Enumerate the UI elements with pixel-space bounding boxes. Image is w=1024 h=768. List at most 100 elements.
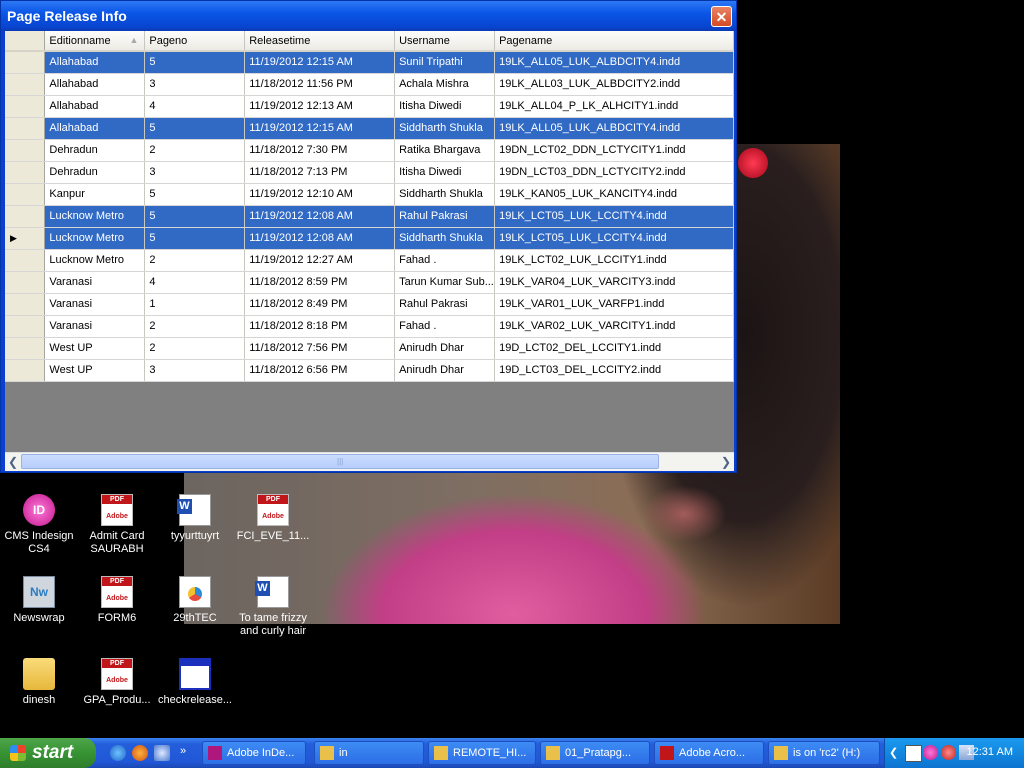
cell-username[interactable]: Ratika Bhargava: [394, 139, 496, 162]
cell-username[interactable]: Sunil Tripathi: [394, 51, 496, 74]
cell-editionname[interactable]: Allahabad: [44, 117, 146, 140]
scroll-right-icon[interactable]: ❯: [718, 454, 734, 470]
row-header[interactable]: [5, 359, 46, 382]
desktop-shortcut[interactable]: ID CMS Indesign CS4: [0, 494, 78, 556]
cell-pagename[interactable]: 19DN_LCT02_DDN_LCTYCITY1.indd: [494, 139, 734, 162]
table-row[interactable]: Allahabad 4 11/19/2012 12:13 AM Itisha Diwe…: [5, 95, 734, 118]
table-row[interactable]: Allahabad 3 11/18/2012 11:56 PM Achala Mish…: [5, 73, 734, 96]
table-row[interactable]: Lucknow Metro 2 11/19/2012 12:27 AM Fahad .…: [5, 249, 734, 272]
table-row[interactable]: Kanpur 5 11/19/2012 12:10 AM Siddharth Shuk…: [5, 183, 734, 206]
cell-editionname[interactable]: Varanasi: [44, 315, 146, 338]
cell-pagename[interactable]: 19LK_ALL04_P_LK_ALHCITY1.indd: [494, 95, 734, 118]
cell-pagename[interactable]: 19LK_ALL05_LUK_ALBDCITY4.indd: [494, 117, 734, 140]
cell-editionname[interactable]: West UP: [44, 337, 146, 360]
cell-pagename[interactable]: 19DN_LCT03_DDN_LCTYCITY2.indd: [494, 161, 734, 184]
taskbar-button[interactable]: Adobe Acro...: [654, 741, 764, 765]
row-header[interactable]: [5, 95, 46, 118]
row-header[interactable]: [5, 117, 46, 140]
cell-pagename[interactable]: 19D_LCT03_DEL_LCCITY2.indd: [494, 359, 734, 382]
cell-editionname[interactable]: West UP: [44, 359, 146, 382]
table-row[interactable]: Varanasi 1 11/18/2012 8:49 PM Rahul Pakrasi…: [5, 293, 734, 316]
cell-pageno[interactable]: 5: [144, 183, 246, 206]
tray-expand-icon[interactable]: ❮: [889, 746, 898, 759]
desktop-shortcut[interactable]: checkrelease...: [156, 658, 234, 707]
internet-explorer-icon[interactable]: [110, 745, 126, 761]
column-header-pageno[interactable]: Pageno: [144, 31, 246, 52]
row-header[interactable]: [5, 293, 46, 316]
taskbar-button[interactable]: in: [314, 741, 424, 765]
cell-editionname[interactable]: Lucknow Metro: [44, 205, 146, 228]
scroll-left-icon[interactable]: ❮: [5, 454, 21, 470]
desktop-shortcut[interactable]: FORM6: [78, 576, 156, 625]
table-row[interactable]: Lucknow Metro 5 11/19/2012 12:08 AM Rahul P…: [5, 205, 734, 228]
horizontal-scrollbar[interactable]: ❮ ||| ❯: [5, 452, 734, 471]
cell-releasetime[interactable]: 11/18/2012 11:56 PM: [244, 73, 396, 96]
column-header-editionname[interactable]: Editionname ▲: [44, 31, 146, 52]
cell-releasetime[interactable]: 11/18/2012 7:30 PM: [244, 139, 396, 162]
cell-username[interactable]: Siddharth Shukla: [394, 227, 496, 250]
table-row[interactable]: Varanasi 2 11/18/2012 8:18 PM Fahad . 19LK_V…: [5, 315, 734, 338]
cell-pagename[interactable]: 19LK_LCT02_LUK_LCCITY1.indd: [494, 249, 734, 272]
row-header[interactable]: [5, 337, 46, 360]
row-header[interactable]: [5, 315, 46, 338]
desktop-shortcut[interactable]: GPA_Produ...: [78, 658, 156, 707]
taskbar-button[interactable]: is on 'rc2' (H:): [768, 741, 880, 765]
desktop-shortcut[interactable]: FCI_EVE_11...: [234, 494, 312, 543]
cell-editionname[interactable]: Allahabad: [44, 51, 146, 74]
cell-editionname[interactable]: Allahabad: [44, 95, 146, 118]
row-header[interactable]: [5, 73, 46, 96]
cell-pagename[interactable]: 19LK_VAR04_LUK_VARCITY3.indd: [494, 271, 734, 294]
cell-pageno[interactable]: 5: [144, 117, 246, 140]
cell-pageno[interactable]: 3: [144, 359, 246, 382]
tray-indesign-icon[interactable]: [923, 745, 938, 760]
row-header[interactable]: [5, 183, 46, 206]
cell-pagename[interactable]: 19LK_VAR02_LUK_VARCITY1.indd: [494, 315, 734, 338]
table-row[interactable]: West UP 3 11/18/2012 6:56 PM Anirudh Dhar 19…: [5, 359, 734, 382]
cell-pageno[interactable]: 5: [144, 51, 246, 74]
table-row[interactable]: Dehradun 2 11/18/2012 7:30 PM Ratika Bharga…: [5, 139, 734, 162]
cell-editionname[interactable]: Lucknow Metro: [44, 249, 146, 272]
close-button[interactable]: ✕: [711, 6, 732, 27]
cell-username[interactable]: Rahul Pakrasi: [394, 293, 496, 316]
table-row[interactable]: West UP 2 11/18/2012 7:56 PM Anirudh Dhar 19…: [5, 337, 734, 360]
cell-releasetime[interactable]: 11/19/2012 12:08 AM: [244, 205, 396, 228]
cell-pagename[interactable]: 19LK_VAR01_LUK_VARFP1.indd: [494, 293, 734, 316]
cell-releasetime[interactable]: 11/18/2012 8:49 PM: [244, 293, 396, 316]
cell-editionname[interactable]: Dehradun: [44, 161, 146, 184]
tray-alert-icon[interactable]: [941, 745, 956, 760]
desktop-shortcut[interactable]: 29thTEC: [156, 576, 234, 625]
cell-pageno[interactable]: 2: [144, 139, 246, 162]
desktop-shortcut[interactable]: tyyurttuyrt: [156, 494, 234, 543]
cell-releasetime[interactable]: 11/19/2012 12:15 AM: [244, 51, 396, 74]
cell-releasetime[interactable]: 11/19/2012 12:08 AM: [244, 227, 396, 250]
taskbar-button[interactable]: 01_Pratapg...: [540, 741, 650, 765]
cell-releasetime[interactable]: 11/19/2012 12:13 AM: [244, 95, 396, 118]
desktop-shortcut[interactable]: To tame frizzy and curly hair: [234, 576, 312, 638]
cell-pageno[interactable]: 4: [144, 271, 246, 294]
cell-editionname[interactable]: Varanasi: [44, 293, 146, 316]
row-header[interactable]: ▶: [5, 227, 46, 250]
table-row[interactable]: ▶ Lucknow Metro 5 11/19/2012 12:08 AM Siddha…: [5, 227, 734, 250]
cell-username[interactable]: Itisha Diwedi: [394, 95, 496, 118]
table-row[interactable]: Varanasi 4 11/18/2012 8:59 PM Tarun Kumar S…: [5, 271, 734, 294]
cell-pagename[interactable]: 19LK_ALL05_LUK_ALBDCITY4.indd: [494, 51, 734, 74]
cell-releasetime[interactable]: 11/19/2012 12:10 AM: [244, 183, 396, 206]
cell-username[interactable]: Rahul Pakrasi: [394, 205, 496, 228]
cell-username[interactable]: Achala Mishra: [394, 73, 496, 96]
cell-releasetime[interactable]: 11/19/2012 12:15 AM: [244, 117, 396, 140]
cell-pagename[interactable]: 19LK_LCT05_LUK_LCCITY4.indd: [494, 227, 734, 250]
desktop-shortcut[interactable]: Admit Card SAURABH: [78, 494, 156, 556]
column-header-username[interactable]: Username: [394, 31, 496, 52]
cell-username[interactable]: Tarun Kumar Sub...: [394, 271, 496, 294]
cell-username[interactable]: Siddharth Shukla: [394, 117, 496, 140]
table-row[interactable]: Dehradun 3 11/18/2012 7:13 PM Itisha Diwedi…: [5, 161, 734, 184]
cell-username[interactable]: Siddharth Shukla: [394, 183, 496, 206]
cell-pagename[interactable]: 19LK_LCT05_LUK_LCCITY4.indd: [494, 205, 734, 228]
row-header[interactable]: [5, 51, 46, 74]
column-header-pagename[interactable]: Pagename: [494, 31, 734, 52]
cell-pageno[interactable]: 3: [144, 161, 246, 184]
show-desktop-icon[interactable]: [154, 745, 170, 761]
cell-releasetime[interactable]: 11/19/2012 12:27 AM: [244, 249, 396, 272]
row-header[interactable]: [5, 139, 46, 162]
table-row[interactable]: Allahabad 5 11/19/2012 12:15 AM Siddharth S…: [5, 117, 734, 140]
